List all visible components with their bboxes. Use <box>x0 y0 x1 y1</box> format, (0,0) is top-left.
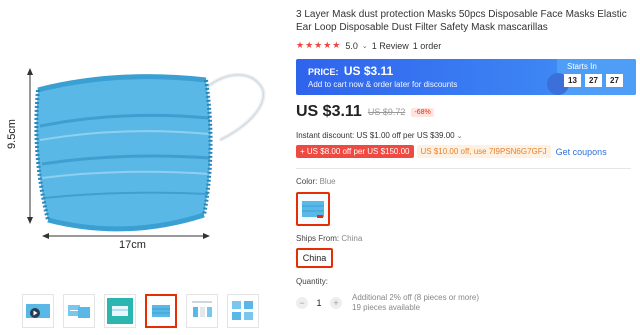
ships-from-option-china[interactable]: China <box>296 248 333 268</box>
color-label: Color: <box>296 177 318 186</box>
thumbnail-mask-grid[interactable] <box>227 294 259 328</box>
coupon-plus-sign: + <box>300 147 305 156</box>
store-coupon-badge[interactable]: + US $8.00 off per US $150.00 <box>296 145 414 158</box>
product-gallery: 9.5cm 17cm <box>0 0 285 335</box>
instant-discount-text: Instant discount: US $1.00 off per US $3… <box>296 131 455 140</box>
thumbnail-video[interactable] <box>22 294 54 328</box>
mask-blue-thumbnail-icon <box>152 305 170 317</box>
discount-badge: -68% <box>411 107 434 117</box>
divider <box>296 168 631 169</box>
promo-price: US $3.11 <box>343 64 394 78</box>
mask-blue-swatch-icon <box>302 201 324 218</box>
rating-value: 5.0 <box>345 40 358 51</box>
video-thumbnail-icon <box>26 304 50 318</box>
promo-banner: PRICE: US $3.11 Add to cart now & order … <box>296 59 636 95</box>
instant-discount-row[interactable]: Instant discount: US $1.00 off per US $3… <box>296 131 636 140</box>
timer-minutes: 27 <box>585 74 602 87</box>
thumbnail-mask-blue[interactable] <box>145 294 177 328</box>
price-row: US $3.11 US $9.72 -68% <box>296 103 636 121</box>
quantity-label: Quantity: <box>296 277 329 286</box>
chevron-down-icon[interactable]: ⌄ <box>362 42 368 50</box>
starts-in-label: Starts In <box>567 62 597 71</box>
stock-available-note: 19 pieces available <box>352 303 421 312</box>
mask-layers-thumbnail-icon <box>192 301 212 317</box>
quantity-note: Additional 2% off (8 pieces or more) 19 … <box>352 293 479 313</box>
timer-hours: 13 <box>564 74 581 87</box>
color-option-blue[interactable] <box>296 192 330 226</box>
color-label-row: Color: Blue <box>296 177 636 186</box>
quantity-decrease-button[interactable]: − <box>296 297 308 309</box>
mask-teal-thumbnail-icon <box>107 298 133 324</box>
thumbnail-strip <box>22 294 259 328</box>
coupon-row: + US $8.00 off per US $150.00 US $10.00 … <box>296 145 636 158</box>
mask-packs-thumbnail-icon <box>68 305 90 318</box>
ships-from-label-row: Ships From: China <box>296 234 636 243</box>
star-rating-icon: ★★★★★ <box>296 40 342 50</box>
promo-price-row: PRICE: US $3.11 <box>308 64 457 78</box>
promo-price-label: PRICE: <box>308 67 339 77</box>
get-coupons-link[interactable]: Get coupons <box>556 147 607 157</box>
rating-row: ★★★★★ 5.0 ⌄ 1 Review 1 order <box>296 40 636 51</box>
thumbnail-mask-teal[interactable] <box>104 294 136 328</box>
original-price: US $9.72 <box>367 107 406 117</box>
product-title: 3 Layer Mask dust protection Masks 50pcs… <box>296 9 627 33</box>
quantity-increase-button[interactable]: + <box>330 297 342 309</box>
product-info: 3 Layer Mask dust protection Masks 50pcs… <box>296 8 636 313</box>
countdown-panel: Starts In 13 27 27 <box>547 59 636 95</box>
orders-count: 1 order <box>412 40 442 51</box>
thumbnail-mask-packs[interactable] <box>63 294 95 328</box>
code-coupon-badge[interactable]: US $10.00 off, use 7I9PSN6G7GFJ <box>416 145 551 158</box>
height-dimension-label: 9.5cm <box>5 119 18 149</box>
thumbnail-mask-layers[interactable] <box>186 294 218 328</box>
timer-seconds: 27 <box>606 74 623 87</box>
width-dimension-label: 17cm <box>119 239 146 251</box>
chevron-down-icon: ⌄ <box>456 132 463 140</box>
mask-grid-thumbnail-icon <box>232 301 253 320</box>
store-coupon-text: US $8.00 off per US $150.00 <box>306 147 410 156</box>
current-price: US $3.11 <box>296 103 362 120</box>
quantity-stepper: − 1 + Additional 2% off (8 pieces or mor… <box>296 293 636 313</box>
ships-from-value: China <box>341 234 363 243</box>
bulk-discount-note: Additional 2% off (8 pieces or more) <box>352 293 480 302</box>
quantity-value[interactable]: 1 <box>314 298 324 308</box>
promo-subtitle: Add to cart now & order later for discou… <box>308 80 458 89</box>
main-product-image <box>27 68 266 239</box>
reviews-link[interactable]: 1 Review <box>372 41 409 51</box>
color-value: Blue <box>319 177 336 186</box>
countdown-timer: 13 27 27 <box>564 74 623 87</box>
ships-from-label: Ships From: <box>296 234 340 243</box>
